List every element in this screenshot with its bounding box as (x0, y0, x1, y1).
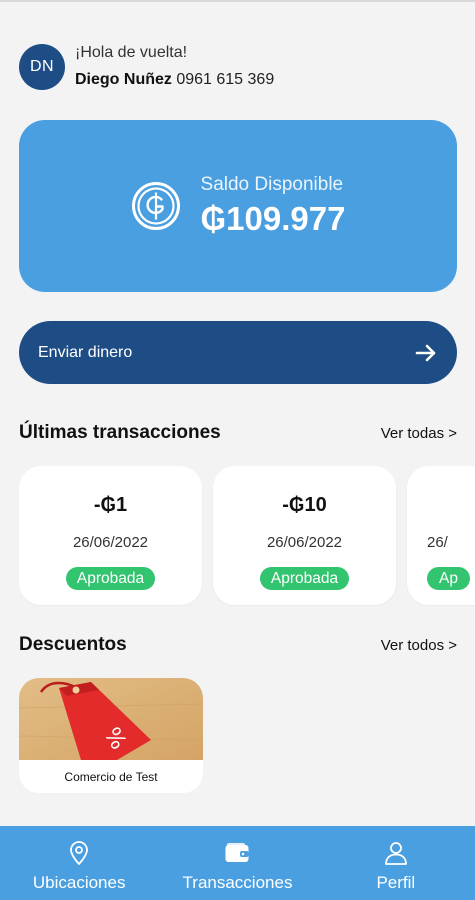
view-all-transactions-link[interactable]: Ver todas > (381, 425, 457, 442)
transaction-date: 26/ (427, 534, 448, 551)
greeting-block: ¡Hola de vuelta! Diego Nuñez 0961 615 36… (75, 42, 274, 92)
user-info-line: Diego Nuñez 0961 615 369 (75, 68, 274, 92)
user-name: Diego Nuñez (75, 71, 172, 88)
transaction-card[interactable]: -₲1 26/06/2022 Aprobada (19, 466, 202, 605)
discount-tag-image: % (19, 678, 203, 760)
transaction-amount: -₲1 (93, 494, 128, 516)
transaction-amount (427, 493, 433, 517)
nav-label: Transacciones (182, 873, 293, 892)
transactions-title: Últimas transacciones (19, 422, 221, 443)
status-badge: Ap (427, 567, 470, 590)
nav-item-perfil[interactable]: Perfil (317, 826, 475, 900)
transaction-card[interactable]: 26/ Ap (407, 466, 475, 605)
transaction-date: 26/06/2022 (72, 534, 149, 551)
send-money-label: Enviar dinero (38, 343, 133, 361)
user-header: DN ¡Hola de vuelta! Diego Nuñez 0961 615… (19, 42, 274, 92)
guarani-coin-icon (131, 182, 180, 230)
balance-amount: ₲109.977 (200, 200, 346, 237)
balance-text: Saldo Disponible ₲109.977 (201, 173, 346, 239)
top-divider (0, 0, 475, 2)
avatar[interactable]: DN (19, 44, 65, 90)
transaction-date: 26/06/2022 (266, 534, 343, 551)
nav-label: Ubicaciones (32, 873, 126, 892)
view-all-discounts-link[interactable]: Ver todos > (381, 637, 457, 654)
nav-label: Perfil (376, 873, 416, 892)
nav-item-transacciones[interactable]: Transacciones (158, 826, 316, 900)
greeting-text: ¡Hola de vuelta! (75, 44, 188, 61)
balance-label: Saldo Disponible (200, 174, 344, 195)
user-phone: 0961 615 369 (176, 71, 275, 88)
discount-merchant-name: Comercio de Test (64, 770, 158, 784)
discounts-header: Descuentos Ver todos > (19, 634, 457, 656)
bottom-navigation: Ubicaciones Transacciones Perfil (0, 826, 475, 900)
transaction-card[interactable]: -₲10 26/06/2022 Aprobada (213, 466, 396, 605)
status-badge: Aprobada (65, 567, 156, 590)
wallet-icon (225, 843, 249, 862)
discounts-title: Descuentos (19, 634, 127, 655)
transaction-amount: -₲10 (282, 494, 327, 516)
send-money-button[interactable]: Enviar dinero (19, 321, 457, 384)
location-pin-icon (70, 841, 89, 865)
status-badge: Aprobada (259, 567, 350, 590)
user-icon (384, 842, 407, 865)
transactions-carousel[interactable]: -₲1 26/06/2022 Aprobada -₲10 26/06/2022 … (19, 466, 475, 606)
arrow-right-icon (415, 344, 436, 361)
nav-item-ubicaciones[interactable]: Ubicaciones (0, 826, 158, 900)
discount-card[interactable]: % Comercio de Test (19, 678, 203, 793)
transactions-header: Últimas transacciones Ver todas > (19, 422, 457, 444)
balance-card: Saldo Disponible ₲109.977 (19, 120, 457, 292)
